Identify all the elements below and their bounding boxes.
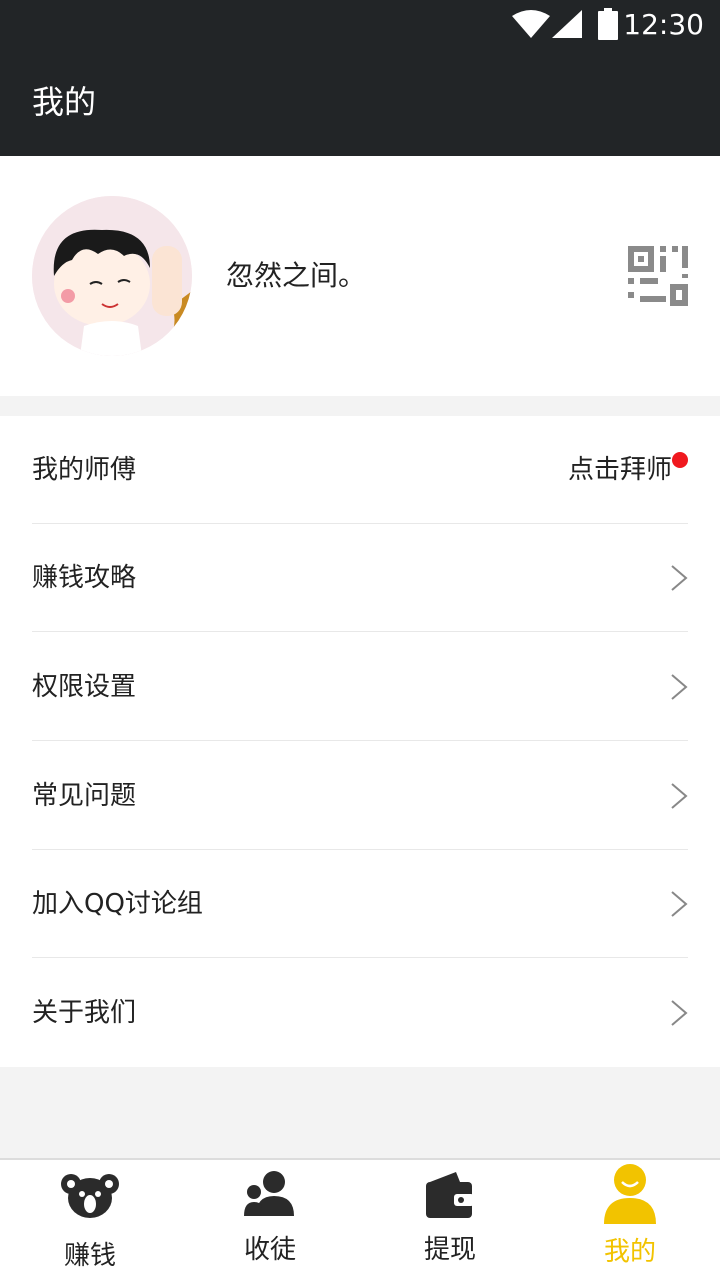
profile-card[interactable]: 忽然之间。 <box>0 156 720 396</box>
avatar[interactable] <box>32 196 192 356</box>
wifi-icon <box>512 10 550 38</box>
page-title: 我的 <box>32 83 97 121</box>
menu-item-label: 加入QQ讨论组 <box>32 889 203 919</box>
avatar-image <box>32 196 192 356</box>
wallet-icon <box>426 1172 474 1218</box>
tab-mine[interactable]: 我的 <box>540 1160 720 1280</box>
tab-earn[interactable]: 赚钱 <box>0 1160 180 1280</box>
menu-item-faq[interactable]: 常见问题 <box>32 742 688 850</box>
bottom-tab-bar: 赚钱 收徒 提现 我的 <box>0 1158 720 1280</box>
koala-icon <box>61 1174 119 1218</box>
tab-withdraw[interactable]: 提现 <box>360 1160 540 1280</box>
red-dot-badge <box>672 452 688 468</box>
tab-label: 我的 <box>603 1237 656 1267</box>
menu-item-master[interactable]: 我的师傅 点击拜师 <box>32 416 688 524</box>
app-bar: 我的 <box>0 50 720 156</box>
chevron-right-icon <box>671 783 688 809</box>
user-icon <box>604 1164 656 1224</box>
apprentice-link[interactable]: 点击拜师 <box>568 450 672 490</box>
chevron-right-icon <box>671 891 688 917</box>
menu-item-permissions[interactable]: 权限设置 <box>32 633 688 741</box>
status-bar: 12:30 <box>0 0 720 50</box>
tab-label: 赚钱 <box>63 1241 116 1271</box>
nickname: 忽然之间。 <box>226 259 367 292</box>
menu-item-earning-guide[interactable]: 赚钱攻略 <box>32 524 688 632</box>
tab-label: 提现 <box>423 1235 476 1265</box>
chevron-right-icon <box>671 674 688 700</box>
chevron-right-icon <box>671 1000 688 1026</box>
menu-item-qq-group[interactable]: 加入QQ讨论组 <box>32 850 688 958</box>
chevron-right-icon <box>671 565 688 591</box>
battery-icon <box>598 8 618 40</box>
menu-item-about[interactable]: 关于我们 <box>32 959 688 1067</box>
menu-item-label: 关于我们 <box>32 998 137 1028</box>
qr-code-icon[interactable] <box>626 244 690 308</box>
status-time: 12:30 <box>623 8 704 41</box>
tab-label: 收徒 <box>243 1235 296 1265</box>
menu-item-label: 权限设置 <box>32 672 137 702</box>
users-icon <box>244 1171 294 1216</box>
menu-item-label: 赚钱攻略 <box>32 563 137 593</box>
menu-item-label: 我的师傅 <box>32 455 137 485</box>
tab-recruit[interactable]: 收徒 <box>180 1160 360 1280</box>
menu-item-label: 常见问题 <box>32 781 137 811</box>
signal-icon <box>552 10 582 38</box>
menu-list: 我的师傅 点击拜师 赚钱攻略 权限设置 常见问题 加入QQ讨论组 关于我们 <box>0 416 720 1067</box>
